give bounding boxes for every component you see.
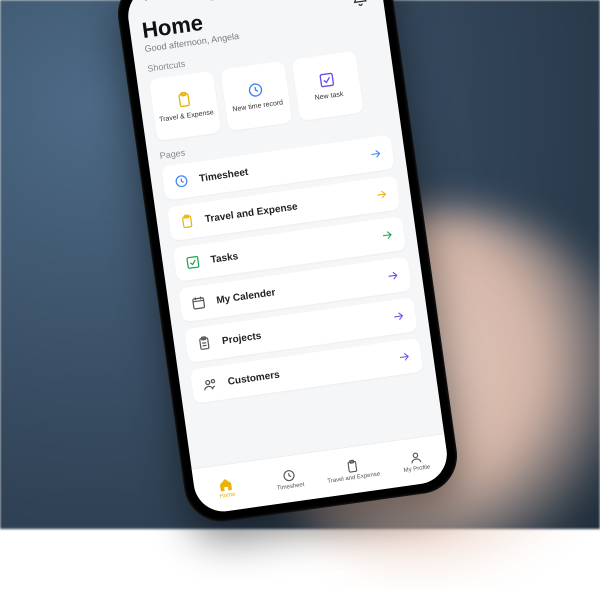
- tab-label: My Profile: [403, 464, 430, 474]
- home-icon: [218, 476, 235, 493]
- clock-icon: [245, 80, 265, 100]
- shortcut-label: New task: [312, 91, 346, 103]
- tab-timesheet[interactable]: Timesheet: [255, 452, 325, 506]
- calendar-icon: [190, 294, 208, 312]
- arrow-right-icon: [368, 146, 384, 162]
- clipboard-icon: [344, 458, 361, 475]
- page-row-label: Travel and Expense: [204, 190, 375, 225]
- page-row-label: Tasks: [210, 231, 381, 266]
- arrow-right-icon: [396, 349, 412, 365]
- page-row-label: Customers: [227, 352, 398, 387]
- shortcut-travel-expense[interactable]: Travel & Expense: [149, 71, 221, 141]
- clock-icon: [172, 172, 190, 190]
- page-row-label: My Calender: [216, 271, 387, 306]
- pages-list: Timesheet Travel and Expense Tasks: [161, 135, 423, 404]
- status-time: 4:03: [141, 0, 164, 4]
- tab-travel-expense[interactable]: Travel and Expense: [318, 443, 388, 497]
- shortcut-new-task[interactable]: New task: [292, 51, 364, 121]
- clipboard-icon: [178, 213, 196, 231]
- clock-icon: [281, 467, 298, 484]
- users-icon: [201, 375, 219, 393]
- arrow-right-icon: [390, 308, 406, 324]
- arrow-right-icon: [385, 268, 401, 284]
- page-row-label: Projects: [221, 312, 392, 347]
- arrow-right-icon: [379, 227, 395, 243]
- notifications-button[interactable]: [350, 0, 373, 11]
- page-row-label: Timesheet: [199, 149, 370, 184]
- shortcut-new-time-record[interactable]: New time record: [220, 61, 292, 131]
- tab-profile[interactable]: My Profile: [381, 434, 451, 488]
- check-square-icon: [317, 70, 337, 90]
- arrow-right-icon: [373, 187, 389, 203]
- user-icon: [407, 449, 424, 466]
- tab-label: Timesheet: [277, 482, 305, 492]
- clipboard-icon: [174, 90, 194, 110]
- shortcut-label: Travel & Expense: [157, 109, 216, 125]
- bell-icon: [350, 0, 370, 9]
- briefcase-icon: [195, 335, 213, 353]
- tab-home[interactable]: Home: [192, 461, 262, 515]
- shortcut-label: New time record: [230, 99, 286, 114]
- tab-label: Home: [219, 492, 236, 500]
- check-square-icon: [184, 253, 202, 271]
